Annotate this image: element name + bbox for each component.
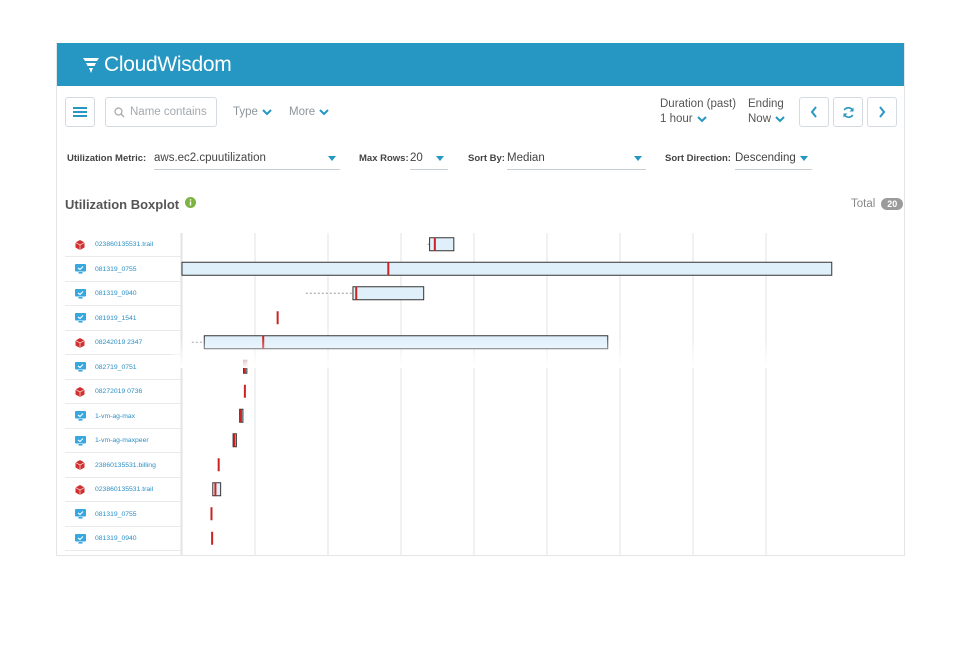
total-count: Total 20 (851, 198, 904, 210)
more-dropdown-label: More (289, 106, 316, 118)
maxrows-label: Max Rows: (359, 153, 409, 164)
search-box[interactable] (105, 97, 217, 127)
sortdir-value: Descending (735, 152, 796, 164)
sortdir-label: Sort Direction: (665, 153, 731, 164)
box (181, 261, 833, 276)
refresh-icon (842, 106, 854, 118)
chevron-left-icon (810, 106, 817, 118)
more-dropdown[interactable]: More (289, 106, 329, 118)
sortdir-select[interactable]: Descending (735, 152, 812, 170)
fade-overlay (173, 338, 853, 368)
chevron-down-icon (775, 115, 785, 122)
app-window: CloudWisdom Type More Duration (past) 1 … (56, 43, 905, 556)
chevron-right-icon (879, 106, 886, 118)
caret-down-icon (634, 156, 642, 161)
section-title-text: Utilization Boxplot (65, 197, 180, 212)
box (352, 286, 425, 301)
caret-down-icon (436, 156, 444, 161)
boxplot-svg (180, 233, 833, 555)
ending-value: Now (748, 113, 772, 125)
search-icon (114, 106, 125, 117)
previous-button[interactable] (799, 97, 829, 127)
total-badge: 20 (881, 198, 904, 210)
sortby-value: Median (507, 152, 545, 164)
boxplot-chart: 023860135531.trail 081319_0755 081319_0940… (65, 233, 838, 555)
cloudwisdom-logo-icon (83, 58, 99, 73)
sortby-label: Sort By: (468, 153, 505, 164)
duration-value: 1 hour (660, 113, 693, 125)
metric-value: aws.ec2.cpuutilization (154, 152, 266, 164)
box (212, 482, 222, 497)
menu-button[interactable] (65, 97, 95, 127)
section-title: Utilization Boxplot (65, 197, 196, 212)
caret-down-icon (800, 156, 808, 161)
duration-label: Duration (past) (660, 98, 737, 110)
metric-label: Utilization Metric: (67, 153, 147, 164)
duration-dropdown[interactable]: 1 hour (660, 113, 707, 125)
info-icon[interactable] (184, 197, 196, 208)
search-input[interactable] (130, 106, 216, 118)
ending-dropdown[interactable]: Now (748, 113, 785, 125)
refresh-button[interactable] (833, 97, 863, 127)
sortby-select[interactable]: Median (507, 152, 646, 170)
maxrows-select[interactable]: 20 (410, 152, 448, 170)
caret-down-icon (328, 156, 336, 161)
ending-label: Ending (748, 98, 784, 110)
type-dropdown[interactable]: Type (233, 106, 272, 118)
chevron-down-icon (262, 108, 272, 115)
hamburger-icon (73, 107, 87, 117)
app-header: CloudWisdom (57, 43, 904, 86)
type-dropdown-label: Type (233, 106, 258, 118)
box (429, 237, 455, 252)
maxrows-value: 20 (410, 152, 423, 164)
total-label: Total (851, 198, 876, 210)
next-button[interactable] (867, 97, 897, 127)
brand-name: CloudWisdom (104, 53, 232, 76)
metric-select[interactable]: aws.ec2.cpuutilization (154, 152, 340, 170)
chevron-down-icon (319, 108, 329, 115)
logo: CloudWisdom (82, 53, 232, 77)
chevron-down-icon (696, 115, 707, 122)
